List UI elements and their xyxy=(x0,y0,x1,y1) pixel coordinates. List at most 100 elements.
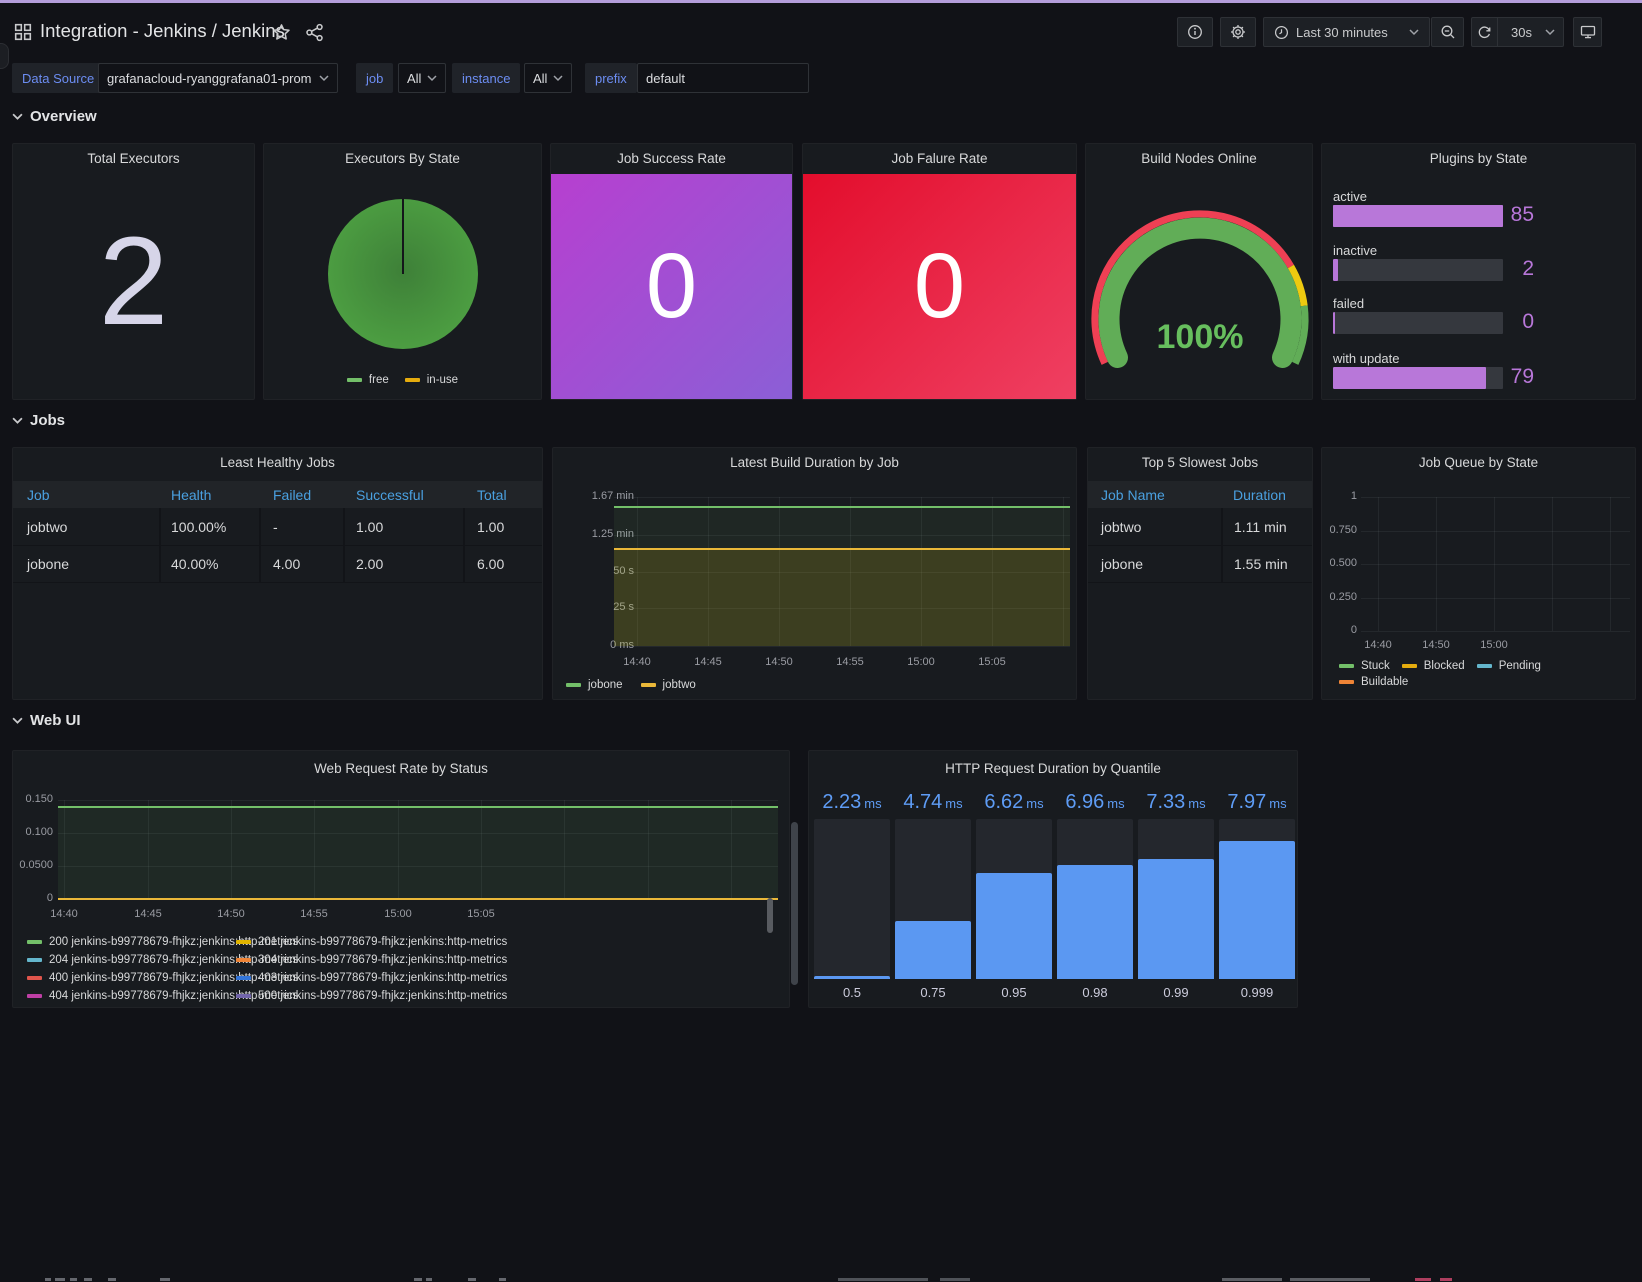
section-overview[interactable]: Overview xyxy=(12,108,97,125)
col-header-job-name[interactable]: Job Name xyxy=(1101,487,1165,503)
col-header-duration[interactable]: Duration xyxy=(1233,487,1286,503)
section-jobs[interactable]: Jobs xyxy=(12,412,65,429)
col-header-job[interactable]: Job xyxy=(27,487,50,503)
scrollbar-thumb[interactable] xyxy=(791,822,798,985)
share-icon[interactable] xyxy=(305,23,324,42)
panel-plugins-by-state: Plugins by State active 85 inactive 2 fa… xyxy=(1321,143,1636,400)
bar-label: inactive xyxy=(1333,243,1377,258)
chart-legend: jobone jobtwo xyxy=(566,679,696,691)
panel-build-nodes-online: Build Nodes Online 100% xyxy=(1085,143,1313,400)
refresh-controls[interactable]: 30s xyxy=(1471,17,1564,47)
legend-item-201[interactable]: 201 jenkins-b99778679-fhjkz:jenkins:http… xyxy=(236,936,507,948)
menu-notch[interactable] xyxy=(0,43,9,69)
dashboard-info-button[interactable] xyxy=(1177,17,1213,47)
grafana-dashboard: Integration - Jenkins / Jenkins Last 30 … xyxy=(0,0,1642,1282)
job-variable-select[interactable]: All xyxy=(398,63,446,93)
bar-value: 0 xyxy=(1472,310,1534,334)
x-tick: 15:05 xyxy=(968,656,1016,668)
y-tick: 0.750 xyxy=(1322,524,1357,536)
dashboards-grid-icon[interactable] xyxy=(13,22,33,42)
panel-title[interactable]: HTTP Request Duration by Quantile xyxy=(809,761,1297,776)
panel-job-queue-by-state: Job Queue by State 1 0.750 0.500 0.250 0… xyxy=(1321,447,1636,700)
star-icon[interactable] xyxy=(272,23,291,42)
panel-title[interactable]: Top 5 Slowest Jobs xyxy=(1088,455,1312,470)
panel-title[interactable]: Latest Build Duration by Job xyxy=(553,455,1076,470)
chevron-down-icon xyxy=(553,75,563,82)
tv-mode-button[interactable] xyxy=(1573,17,1602,47)
panel-total-executors: Total Executors 2 xyxy=(12,143,255,400)
cell: 4.00 xyxy=(273,556,300,572)
time-range-label: Last 30 minutes xyxy=(1296,25,1388,40)
section-web-ui-label: Web UI xyxy=(30,712,81,729)
panel-title[interactable]: Job Queue by State xyxy=(1322,455,1635,470)
x-tick: 15:05 xyxy=(457,908,505,920)
legend-item-403[interactable]: 403 jenkins-b99778679-fhjkz:jenkins:http… xyxy=(236,972,507,984)
panel-title[interactable]: Web Request Rate by Status xyxy=(13,761,789,776)
zoom-out-time-button[interactable] xyxy=(1431,17,1464,47)
job-failure-rate-value: 0 xyxy=(803,174,1076,399)
dashboard-title[interactable]: Integration - Jenkins / Jenkins xyxy=(40,20,285,42)
dashboard-settings-button[interactable] xyxy=(1220,17,1256,47)
panel-latest-build-duration: Latest Build Duration by Job 1.67 min 1.… xyxy=(552,447,1077,700)
cell: jobtwo xyxy=(27,519,67,535)
x-tick: 14:50 xyxy=(755,656,803,668)
panel-title[interactable]: Plugins by State xyxy=(1322,151,1635,166)
panel-title[interactable]: Job Falure Rate xyxy=(803,151,1076,166)
col-header-total[interactable]: Total xyxy=(477,487,507,503)
x-tick: 15:00 xyxy=(1470,639,1518,651)
series-line-jobone xyxy=(614,506,1070,508)
info-icon xyxy=(1187,24,1203,40)
col-header-health[interactable]: Health xyxy=(171,487,211,503)
series-line-jobtwo xyxy=(614,548,1070,550)
data-source-chip[interactable]: Data Source xyxy=(12,63,104,93)
clock-icon xyxy=(1274,25,1289,40)
monitor-icon xyxy=(1580,24,1596,40)
x-tick: 14:40 xyxy=(1354,639,1402,651)
cell: 1.00 xyxy=(477,519,504,535)
y-tick: 0.150 xyxy=(13,793,53,805)
bar-label: active xyxy=(1333,189,1367,204)
panel-title[interactable]: Least Healthy Jobs xyxy=(13,455,542,470)
data-source-select[interactable]: grafanacloud-ryanggrafana01-prom xyxy=(98,63,338,93)
x-tick: 15:00 xyxy=(897,656,945,668)
panel-title[interactable]: Executors By State xyxy=(264,151,541,166)
legend-item-304[interactable]: 304 jenkins-b99778679-fhjkz:jenkins:http… xyxy=(236,954,507,966)
legend-item-jobone[interactable]: jobone xyxy=(566,679,623,691)
col-header-failed[interactable]: Failed xyxy=(273,487,311,503)
legend-scrollbar[interactable] xyxy=(767,898,773,933)
section-overview-label: Overview xyxy=(30,108,97,125)
x-tick: 14:55 xyxy=(826,656,874,668)
bar-value: 79 xyxy=(1472,365,1534,389)
time-range-picker[interactable]: Last 30 minutes xyxy=(1263,17,1430,47)
series-line-201 xyxy=(58,898,778,900)
job-variable-chip[interactable]: job xyxy=(356,63,393,93)
refresh-icon[interactable] xyxy=(1472,18,1498,46)
success-stat-bg: 0 xyxy=(551,174,792,399)
col-header-successful[interactable]: Successful xyxy=(356,487,424,503)
legend-item-blocked[interactable]: Blocked xyxy=(1402,660,1465,672)
legend-item-free[interactable]: free xyxy=(347,374,389,386)
gauge-value: 100% xyxy=(1086,318,1314,357)
pie-legend: free in-use xyxy=(264,374,541,386)
legend-item-buildable[interactable]: Buildable xyxy=(1339,676,1408,688)
legend-item-pending[interactable]: Pending xyxy=(1477,660,1541,672)
chevron-down-icon xyxy=(12,417,23,425)
x-tick: 15:00 xyxy=(374,908,422,920)
chevron-down-icon xyxy=(319,75,329,82)
prefix-variable-chip[interactable]: prefix xyxy=(585,63,637,93)
prefix-input[interactable] xyxy=(637,63,809,93)
instance-variable-select[interactable]: All xyxy=(524,63,572,93)
panel-title[interactable]: Total Executors xyxy=(13,151,254,166)
x-tick: 14:55 xyxy=(290,908,338,920)
panel-title[interactable]: Job Success Rate xyxy=(551,151,792,166)
legend-item-in-use[interactable]: in-use xyxy=(405,374,458,386)
legend-item-stuck[interactable]: Stuck xyxy=(1339,660,1390,672)
y-tick: 0 xyxy=(1322,624,1357,636)
panel-http-request-duration: HTTP Request Duration by Quantile 2.23ms… xyxy=(808,750,1298,1008)
legend-item-jobtwo[interactable]: jobtwo xyxy=(641,679,696,691)
quantile-bar-0.95 xyxy=(976,819,1052,979)
legend-item-500[interactable]: 500 jenkins-b99778679-fhjkz:jenkins:http… xyxy=(236,990,507,1002)
instance-variable-chip[interactable]: instance xyxy=(452,63,520,93)
section-web-ui[interactable]: Web UI xyxy=(12,712,81,729)
series-area-jobtwo xyxy=(614,549,1070,646)
